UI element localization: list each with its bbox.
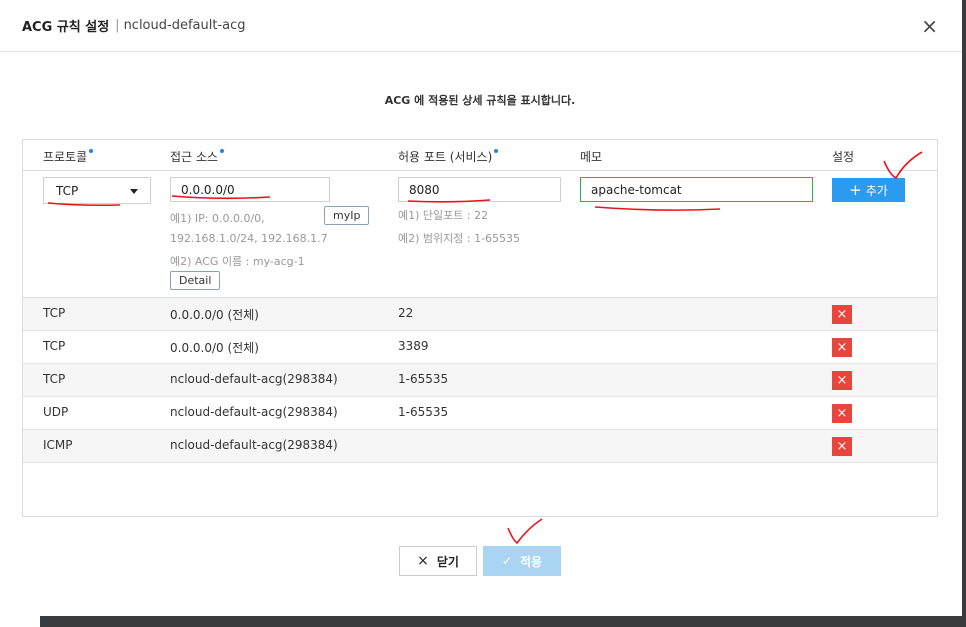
- col-source-label: 접근 소스: [170, 150, 218, 164]
- title-separator: |: [115, 18, 120, 33]
- rule-protocol: TCP: [43, 372, 66, 386]
- table-header: 프로토콜 접근 소스 허용 포트 (서비스) 메모 설정: [23, 140, 937, 171]
- rule-protocol: UDP: [43, 405, 69, 419]
- rule-source: ncloud-default-acg(298384): [170, 438, 338, 452]
- table-row: ICMP ncloud-default-acg(298384) ×: [23, 430, 937, 463]
- rule-port: 1-65535: [398, 372, 449, 386]
- protocol-select[interactable]: TCP: [43, 177, 151, 204]
- col-source: 접근 소스: [170, 148, 224, 165]
- source-input[interactable]: 0.0.0.0/0: [170, 177, 330, 202]
- background-strip: [0, 616, 966, 627]
- caret-down-icon: [130, 189, 138, 194]
- rule-source: ncloud-default-acg(298384): [170, 405, 338, 419]
- delete-rule-button[interactable]: ×: [832, 305, 852, 324]
- port-hint-1: 예1) 단일포트 : 22: [398, 209, 489, 222]
- close-icon[interactable]: ×: [921, 16, 938, 36]
- required-dot-icon: [89, 149, 94, 153]
- rule-protocol: TCP: [43, 339, 66, 353]
- acg-name: ncloud-default-acg: [123, 18, 246, 33]
- close-button-label: 닫기: [436, 554, 459, 569]
- apply-button-label: 적용: [519, 554, 543, 569]
- col-port: 허용 포트 (서비스): [398, 148, 499, 165]
- delete-rule-button[interactable]: ×: [832, 338, 852, 357]
- col-setting: 설정: [832, 150, 855, 164]
- close-button[interactable]: × 닫기: [399, 546, 477, 576]
- required-dot-icon: [219, 149, 224, 153]
- rule-port: 3389: [398, 339, 429, 353]
- rule-protocol: TCP: [43, 306, 66, 320]
- table-row: UDP ncloud-default-acg(298384) 1-65535 ×: [23, 397, 937, 430]
- port-input[interactable]: 8080: [398, 177, 561, 202]
- col-protocol-label: 프로토콜: [43, 150, 88, 164]
- acg-rule-dialog: ACG 규칙 설정 | ncloud-default-acg × ACG 에 적…: [0, 0, 966, 616]
- delete-rule-button[interactable]: ×: [832, 404, 852, 423]
- detail-button[interactable]: Detail: [170, 271, 221, 290]
- col-port-label: 허용 포트 (서비스): [398, 150, 493, 164]
- background-window-edge: [0, 616, 40, 627]
- plus-icon: +: [849, 181, 862, 199]
- check-icon: ✓: [501, 554, 512, 568]
- delete-rule-button[interactable]: ×: [832, 437, 852, 456]
- add-rule-button[interactable]: + 추가: [832, 178, 905, 202]
- source-hint-1: 예1) IP: 0.0.0.0/0,: [170, 212, 265, 225]
- add-rule-label: 추가: [865, 183, 888, 198]
- dialog-header: ACG 규칙 설정 | ncloud-default-acg ×: [0, 0, 962, 52]
- table-row: TCP 0.0.0.0/0 (전체) 22 ×: [23, 298, 937, 331]
- rule-source: ncloud-default-acg(298384): [170, 372, 338, 386]
- memo-input[interactable]: apache-tomcat: [580, 177, 813, 202]
- rule-source: 0.0.0.0/0 (전체): [170, 308, 259, 322]
- protocol-select-value: TCP: [56, 184, 79, 198]
- dialog-title: ACG 규칙 설정: [22, 20, 110, 35]
- apply-button[interactable]: ✓ 적용: [483, 546, 561, 576]
- col-memo: 메모: [580, 150, 603, 164]
- col-protocol: 프로토콜: [43, 148, 94, 165]
- required-dot-icon: [494, 149, 499, 153]
- rule-port: 1-65535: [398, 405, 449, 419]
- table-row: TCP 0.0.0.0/0 (전체) 3389 ×: [23, 331, 937, 364]
- close-icon: ×: [417, 553, 429, 569]
- table-row: TCP ncloud-default-acg(298384) 1-65535 ×: [23, 364, 937, 397]
- rule-port: 22: [398, 306, 414, 320]
- dialog-description: ACG 에 적용된 상세 규칙을 표시합니다.: [384, 94, 576, 107]
- myip-button[interactable]: myIp: [324, 206, 370, 225]
- rules-table: 프로토콜 접근 소스 허용 포트 (서비스) 메모 설정 TCP 0.0.0.0…: [22, 139, 938, 517]
- port-hint-2: 예2) 범위지정 : 1-65535: [398, 232, 521, 245]
- checkmark-apply-mark: [507, 518, 543, 545]
- new-rule-form: TCP 0.0.0.0/0 예1) IP: 0.0.0.0/0, 192.168…: [23, 171, 937, 298]
- rule-protocol: ICMP: [43, 438, 73, 452]
- source-hint-3: 예2) ACG 이름 : my-acg-1: [170, 255, 305, 268]
- rule-source: 0.0.0.0/0 (전체): [170, 341, 259, 355]
- source-hint-2: 192.168.1.0/24, 192.168.1.7: [170, 232, 328, 245]
- delete-rule-button[interactable]: ×: [832, 371, 852, 390]
